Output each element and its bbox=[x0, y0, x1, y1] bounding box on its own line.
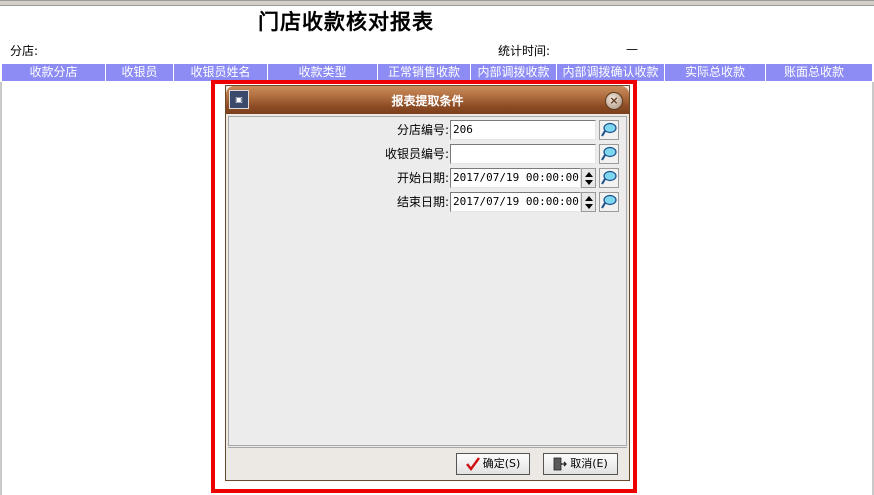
cashier-lookup-button[interactable] bbox=[599, 144, 619, 164]
magnifier-icon bbox=[601, 170, 617, 185]
branch-code-label: 分店编号: bbox=[396, 123, 449, 137]
stat-time-separator: — bbox=[626, 42, 638, 56]
cancel-button[interactable]: 取消(E) bbox=[543, 453, 618, 475]
start-date-field[interactable]: 2017/07/19 00:00:00 bbox=[450, 168, 581, 188]
end-date-label: 结束日期: bbox=[396, 195, 449, 209]
stat-time-label: 统计时间: bbox=[498, 44, 551, 58]
column-header-cashier-name[interactable]: 收银员姓名 bbox=[174, 64, 268, 81]
checkmark-icon bbox=[465, 457, 480, 471]
column-header-actual-total[interactable]: 实际总收款 bbox=[665, 64, 766, 81]
branch-code-field[interactable]: 206 bbox=[450, 120, 596, 140]
magnifier-icon bbox=[601, 122, 617, 137]
column-header-normal-sales[interactable]: 正常销售收款 bbox=[378, 64, 471, 81]
window-top-border bbox=[0, 0, 874, 6]
dialog-titlebar[interactable]: ▣ 报表提取条件 × bbox=[226, 86, 629, 114]
cancel-button-label: 取消(E) bbox=[570, 457, 608, 470]
column-header-book-total[interactable]: 账面总收款 bbox=[766, 64, 862, 81]
end-date-spinner[interactable] bbox=[581, 192, 596, 212]
spin-down-icon[interactable] bbox=[585, 180, 593, 185]
dialog-title: 报表提取条件 bbox=[391, 94, 464, 108]
grid-left-border bbox=[0, 82, 2, 495]
cashier-code-label: 收银员编号: bbox=[384, 147, 449, 161]
column-header-transfer-confirm[interactable]: 内部调拨确认收款 bbox=[557, 64, 665, 81]
report-criteria-dialog: ▣ 报表提取条件 × 分店编号: 206 收银员编号: 开始日期: 2017/0… bbox=[225, 85, 630, 481]
magnifier-icon bbox=[601, 194, 617, 209]
magnifier-icon bbox=[601, 146, 617, 161]
exit-door-icon bbox=[553, 457, 568, 471]
end-date-lookup-button[interactable] bbox=[599, 192, 619, 212]
column-header-cashier[interactable]: 收银员 bbox=[106, 64, 174, 81]
start-date-label: 开始日期: bbox=[396, 171, 449, 185]
spin-up-icon[interactable] bbox=[585, 196, 593, 201]
column-header-payment-type[interactable]: 收款类型 bbox=[268, 64, 378, 81]
start-date-spinner[interactable] bbox=[581, 168, 596, 188]
close-icon[interactable]: × bbox=[605, 92, 623, 110]
end-date-field[interactable]: 2017/07/19 00:00:00 bbox=[450, 192, 581, 212]
column-header-transfer[interactable]: 内部调拨收款 bbox=[471, 64, 557, 81]
criteria-panel: 分店编号: 206 收银员编号: 开始日期: 2017/07/19 00:00:… bbox=[228, 116, 627, 446]
ok-button[interactable]: 确定(S) bbox=[456, 453, 530, 475]
report-title: 门店收款核对报表 bbox=[258, 9, 434, 34]
start-date-lookup-button[interactable] bbox=[599, 168, 619, 188]
grid-header: 收款分店 收银员 收银员姓名 收款类型 正常销售收款 内部调拨收款 内部调拨确认… bbox=[2, 64, 872, 81]
branch-label: 分店: bbox=[10, 44, 39, 58]
spin-up-icon[interactable] bbox=[585, 172, 593, 177]
ok-button-label: 确定(S) bbox=[482, 457, 521, 470]
footer-divider bbox=[228, 447, 627, 448]
spin-down-icon[interactable] bbox=[585, 204, 593, 209]
branch-lookup-button[interactable] bbox=[599, 120, 619, 140]
cashier-code-field[interactable] bbox=[450, 144, 596, 164]
column-header-branch[interactable]: 收款分店 bbox=[2, 64, 106, 81]
